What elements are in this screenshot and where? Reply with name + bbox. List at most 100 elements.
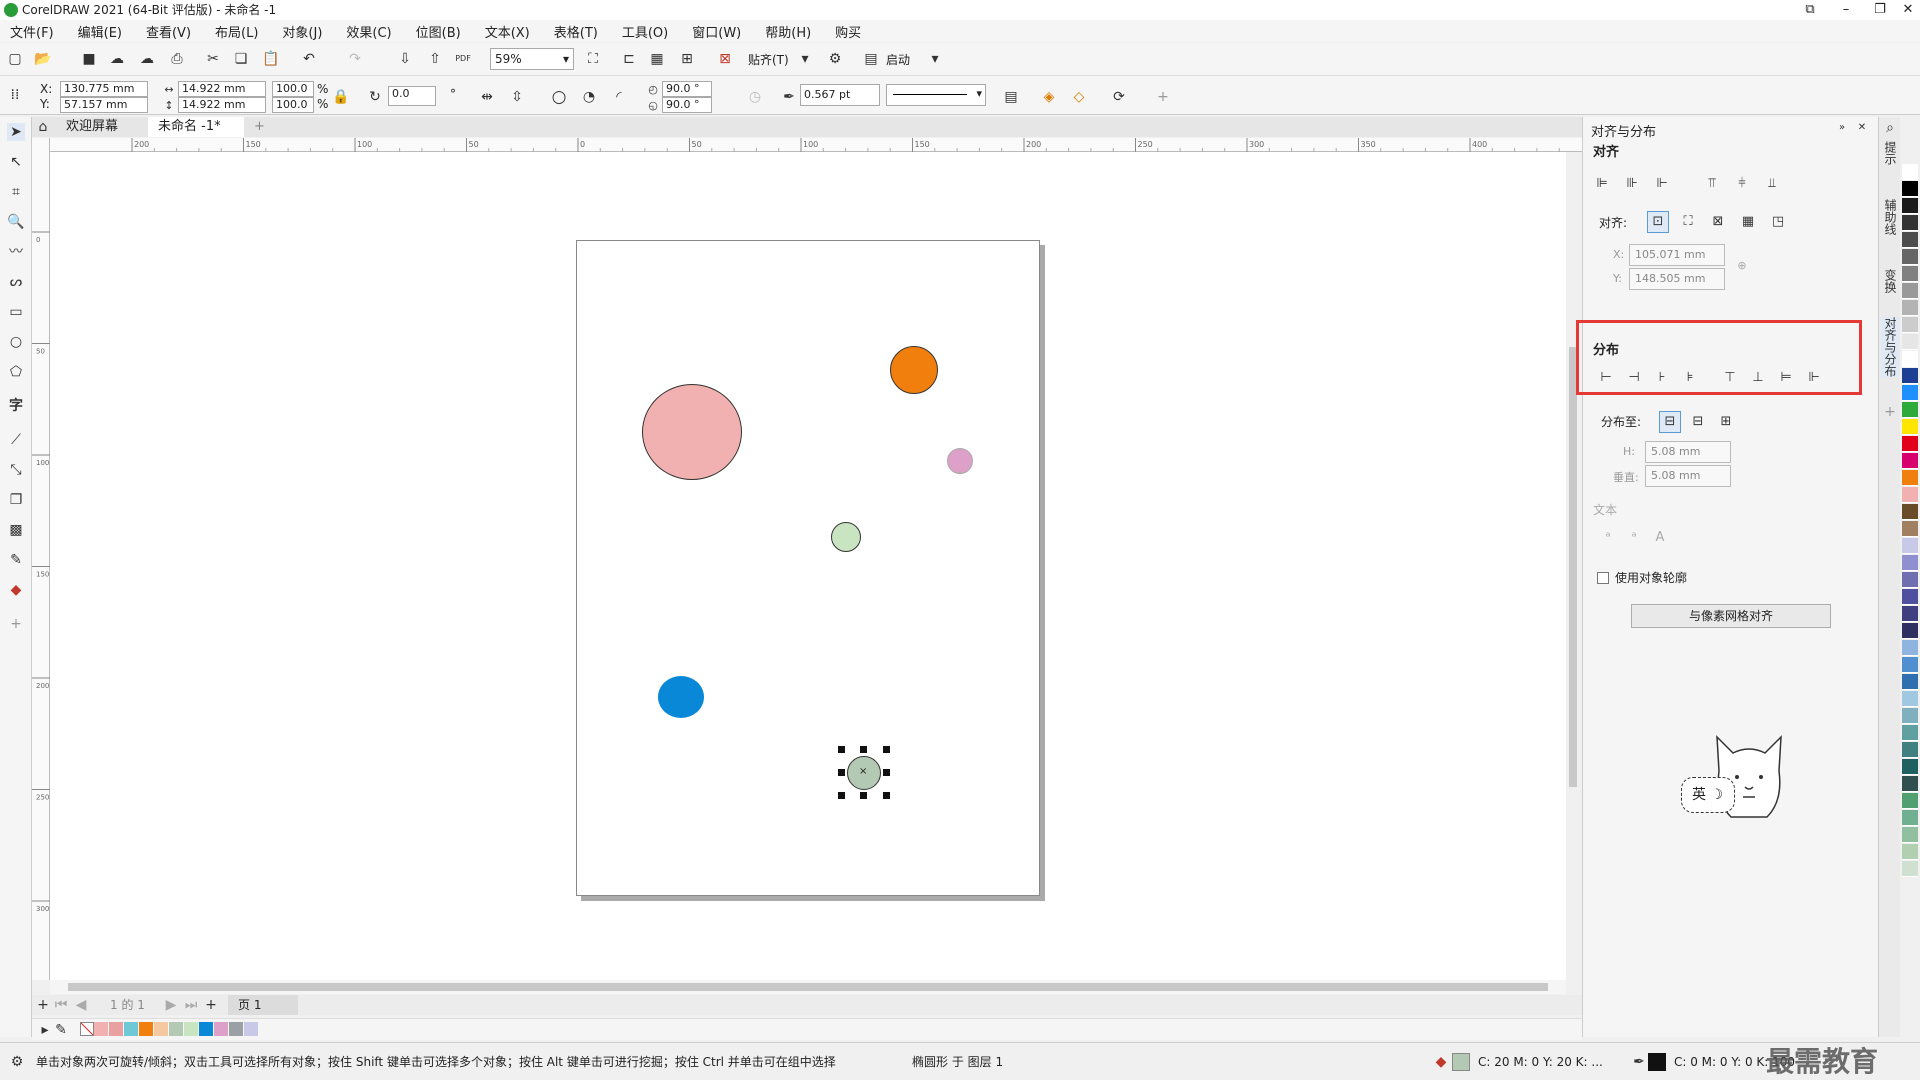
palette-swatch[interactable] <box>1902 181 1918 197</box>
align-to-page-edge-icon[interactable]: ⛶ <box>1677 211 1699 233</box>
palette-swatch[interactable] <box>1902 215 1918 231</box>
tab-transform[interactable]: 变换 <box>1881 269 1899 293</box>
connector-tool-icon[interactable]: ⤡ <box>7 461 25 479</box>
start-angle-field[interactable]: 90.0 ° <box>662 81 712 97</box>
document-palette-swatch[interactable] <box>244 1022 258 1036</box>
eyedropper-icon[interactable]: ✎ <box>52 1021 70 1039</box>
save-icon[interactable]: ■ <box>80 50 98 68</box>
vertical-ruler[interactable]: 0 50 100 150 200 250 300 <box>32 138 50 980</box>
palette-swatch[interactable] <box>1902 810 1918 826</box>
convert-to-curves-icon[interactable]: ⟳ <box>1110 88 1128 106</box>
selection-handle[interactable] <box>883 769 890 776</box>
cut-icon[interactable]: ✂ <box>204 50 222 68</box>
document-palette-swatch[interactable] <box>154 1022 168 1036</box>
add-page-after-icon[interactable]: + <box>202 996 220 1014</box>
direction-icon[interactable]: ◷ <box>746 88 764 106</box>
paste-icon[interactable]: 📋 <box>262 50 280 68</box>
ime-indicator[interactable]: 英 ☽ <box>1681 777 1735 813</box>
palette-swatch[interactable] <box>1902 198 1918 214</box>
pdf-icon[interactable]: PDF <box>454 50 472 68</box>
upload-cloud-icon[interactable]: ☁ <box>108 50 126 68</box>
palette-swatch[interactable] <box>1902 657 1918 673</box>
search-icon[interactable]: ⌕ <box>1881 119 1899 137</box>
palette-swatch[interactable] <box>1902 487 1918 503</box>
palette-swatch[interactable] <box>1902 164 1918 180</box>
line-style-dropdown[interactable]: ▾ <box>886 84 986 106</box>
palette-swatch[interactable] <box>1902 385 1918 401</box>
drawing-canvas[interactable]: × <box>50 152 1580 980</box>
align-to-active-objects-icon[interactable]: ⊡ <box>1647 211 1669 233</box>
vertical-scroll-thumb[interactable] <box>1569 347 1577 787</box>
palette-swatch[interactable] <box>1902 436 1918 452</box>
selection-handle[interactable] <box>883 746 890 753</box>
launch-button[interactable]: 启动 <box>886 52 910 68</box>
settings-gear-icon[interactable]: ⚙ <box>8 1053 26 1071</box>
palette-swatch[interactable] <box>1902 572 1918 588</box>
document-palette-swatch[interactable] <box>139 1022 153 1036</box>
green-circle[interactable] <box>831 522 861 552</box>
menu-bitmaps[interactable]: 位图(B) <box>416 22 461 41</box>
lavender-circle[interactable] <box>947 448 973 474</box>
menu-file[interactable]: 文件(F) <box>10 22 54 41</box>
menu-object[interactable]: 对象(J) <box>282 22 322 41</box>
palette-swatch[interactable] <box>1902 776 1918 792</box>
menu-layout[interactable]: 布局(L) <box>215 22 258 41</box>
to-back-icon[interactable]: ◇ <box>1070 88 1088 106</box>
menu-tools[interactable]: 工具(O) <box>622 22 668 41</box>
menu-table[interactable]: 表格(T) <box>554 22 598 41</box>
text-bounding-box-icon[interactable]: A <box>1649 527 1671 549</box>
menu-buy[interactable]: 购买 <box>835 22 861 41</box>
menu-effects[interactable]: 效果(C) <box>346 22 391 41</box>
palette-swatch[interactable] <box>1902 453 1918 469</box>
align-to-pixel-grid-button[interactable]: 与像素网格对齐 <box>1631 604 1831 628</box>
palette-swatch[interactable] <box>1902 708 1918 724</box>
use-outline-checkbox[interactable] <box>1597 572 1609 584</box>
minimize-button[interactable]: – <box>1828 0 1864 20</box>
palette-swatch[interactable] <box>1902 504 1918 520</box>
selection-handle[interactable] <box>838 792 845 799</box>
align-top-icon[interactable]: ⫪ <box>1701 173 1723 195</box>
document-palette-swatch[interactable] <box>184 1022 198 1036</box>
full-screen-icon[interactable]: ⛶ <box>584 50 602 68</box>
copy-icon[interactable]: ❏ <box>232 50 250 68</box>
palette-swatch[interactable] <box>1902 351 1918 367</box>
download-cloud-icon[interactable]: ☁ <box>138 50 156 68</box>
distribute-to-spacing-icon[interactable]: ⊞ <box>1715 411 1737 433</box>
align-center-horizontal-icon[interactable]: ⊪ <box>1621 173 1643 195</box>
transparency-tool-icon[interactable]: ▩ <box>7 521 25 539</box>
fill-color-swatch[interactable] <box>1452 1053 1470 1071</box>
lock-ratio-icon[interactable]: 🔒 <box>332 88 350 106</box>
object-origin-icon[interactable]: ⁞⁞ <box>6 86 24 104</box>
selected-gray-circle[interactable]: × <box>847 756 881 790</box>
grid-icon[interactable]: ▦ <box>648 50 666 68</box>
print-icon[interactable]: ⎙ <box>168 50 186 68</box>
color-eyedropper-icon[interactable]: ✎ <box>7 551 25 569</box>
mirror-vertical-icon[interactable]: ⇳ <box>508 88 526 106</box>
zoom-level-dropdown[interactable]: 59% ▾ <box>490 48 574 70</box>
text-baseline-icon[interactable]: ᵃ <box>1597 527 1619 549</box>
palette-swatch[interactable] <box>1902 793 1918 809</box>
palette-swatch[interactable] <box>1902 521 1918 537</box>
tab-guidelines[interactable]: 辅助线 <box>1881 199 1899 235</box>
add-icon[interactable]: + <box>1154 88 1172 106</box>
selection-handle[interactable] <box>860 792 867 799</box>
horizontal-scrollbar[interactable] <box>50 980 1566 994</box>
document-page[interactable] <box>576 240 1040 896</box>
to-front-icon[interactable]: ◈ <box>1040 88 1058 106</box>
add-page-icon[interactable]: + <box>34 996 52 1014</box>
arc-icon[interactable]: ◜ <box>610 88 628 106</box>
palette-swatch[interactable] <box>1902 368 1918 384</box>
width-field[interactable]: 14.922 mm <box>178 81 266 97</box>
shape-tool-icon[interactable]: ↖ <box>7 153 25 171</box>
wrap-text-icon[interactable]: ▤ <box>1002 88 1020 106</box>
snap-off-icon[interactable]: ⊠ <box>716 50 734 68</box>
palette-swatch[interactable] <box>1902 742 1918 758</box>
document-palette-swatch[interactable] <box>169 1022 183 1036</box>
distribute-v-field[interactable]: 5.08 mm <box>1645 465 1731 487</box>
distribute-to-page-icon[interactable]: ⊟ <box>1687 411 1709 433</box>
tab-align-distribute[interactable]: 对齐与分布 <box>1881 317 1899 377</box>
palette-swatch[interactable] <box>1902 419 1918 435</box>
no-color-swatch[interactable] <box>80 1022 94 1036</box>
palette-swatch[interactable] <box>1902 589 1918 605</box>
import-icon[interactable]: ⇩ <box>396 50 414 68</box>
